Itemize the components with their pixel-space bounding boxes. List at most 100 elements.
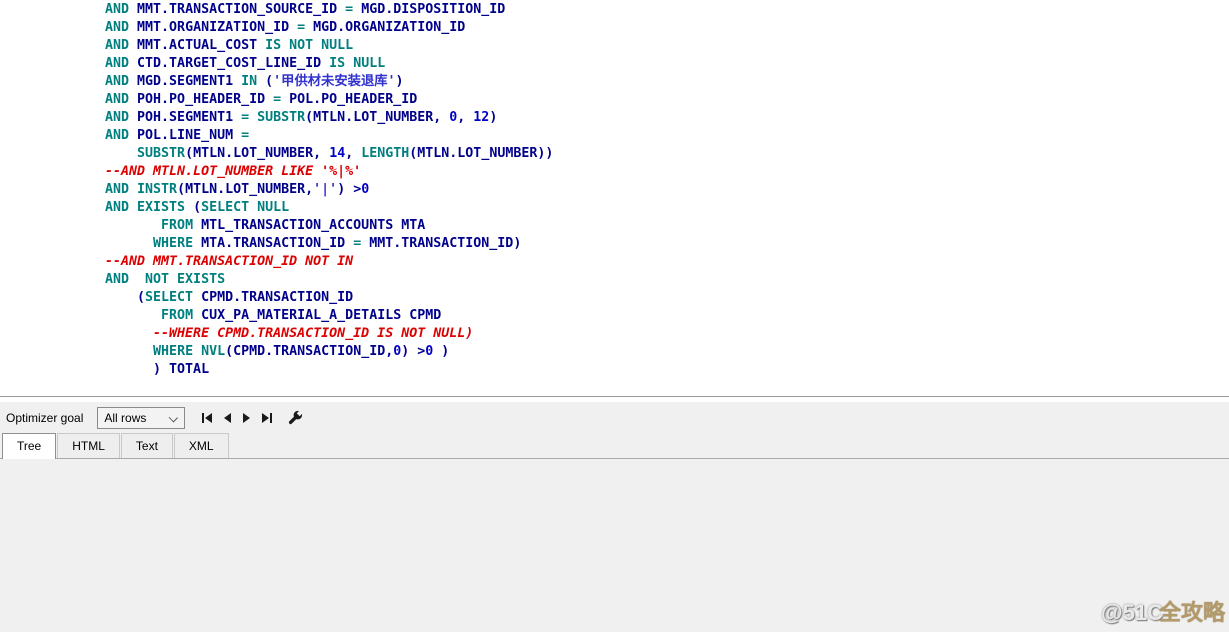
code-token: AND EXISTS xyxy=(105,200,193,215)
code-token: 12 xyxy=(473,110,489,125)
code-token: 14 xyxy=(329,146,345,161)
code-token: WHERE NVL xyxy=(153,344,225,359)
code-token: CUX_PA_MATERIAL_A_DETAILS CPMD xyxy=(201,308,441,323)
code-token: ) xyxy=(489,110,497,125)
code-line: AND MMT.ACTUAL_COST IS NOT NULL xyxy=(0,37,1229,55)
code-token: , xyxy=(457,110,473,125)
code-token: (MTLN.LOT_NUMBER, xyxy=(185,146,329,161)
code-token xyxy=(105,218,161,233)
code-token: --AND MMT.TRANSACTION_ID NOT IN xyxy=(105,254,353,269)
code-token: AND xyxy=(105,92,137,107)
code-line: (SELECT CPMD.TRANSACTION_ID xyxy=(0,289,1229,307)
code-line: FROM CUX_PA_MATERIAL_A_DETAILS CPMD xyxy=(0,307,1229,325)
code-token: = SUBSTR xyxy=(241,110,305,125)
code-token: LENGTH xyxy=(361,146,409,161)
code-line: FROM MTL_TRANSACTION_ACCOUNTS MTA xyxy=(0,217,1229,235)
code-token: IN xyxy=(241,74,265,89)
code-line: --WHERE CPMD.TRANSACTION_ID IS NOT NULL) xyxy=(0,325,1229,343)
tab-tree[interactable]: Tree xyxy=(2,433,56,459)
go-next-icon xyxy=(241,412,253,424)
code-line: ) TOTAL xyxy=(0,361,1229,379)
code-line: AND EXISTS (SELECT NULL xyxy=(0,199,1229,217)
code-token: ( xyxy=(265,74,273,89)
code-token: POH.PO_HEADER_ID xyxy=(137,92,273,107)
code-line: AND MGD.SEGMENT1 IN ('甲供材未安装退库') xyxy=(0,73,1229,91)
code-line: WHERE NVL(CPMD.TRANSACTION_ID,0) >0 ) xyxy=(0,343,1229,361)
code-token: ) TOTAL xyxy=(105,362,209,377)
code-token: = xyxy=(345,2,361,17)
code-token: AND xyxy=(105,56,137,71)
code-token: FROM xyxy=(161,308,201,323)
code-token: ) > xyxy=(337,182,361,197)
code-token: POH.SEGMENT1 xyxy=(137,110,241,125)
code-line: SUBSTR(MTLN.LOT_NUMBER, 14, LENGTH(MTLN.… xyxy=(0,145,1229,163)
code-token: AND xyxy=(105,128,137,143)
code-token: (MTLN.LOT_NUMBER, xyxy=(177,182,313,197)
code-line: AND MMT.TRANSACTION_SOURCE_ID = MGD.DISP… xyxy=(0,1,1229,19)
code-token: CTD.TARGET_COST_LINE_ID xyxy=(137,56,329,71)
code-token: ( xyxy=(193,200,201,215)
plsql-explain-plan-window: AND MMT.TRANSACTION_SOURCE_ID = MGD.DISP… xyxy=(0,0,1229,632)
tab-text[interactable]: Text xyxy=(121,433,173,458)
code-token: MTA.TRANSACTION_ID xyxy=(201,236,353,251)
code-token: ) xyxy=(396,74,404,89)
code-token: = xyxy=(273,92,289,107)
code-line: AND CTD.TARGET_COST_LINE_ID IS NULL xyxy=(0,55,1229,73)
code-token: IS NOT NULL xyxy=(265,38,353,53)
tab-html[interactable]: HTML xyxy=(57,433,120,458)
go-next-button[interactable] xyxy=(237,408,257,428)
code-line: AND MMT.ORGANIZATION_ID = MGD.ORGANIZATI… xyxy=(0,19,1229,37)
code-token: AND xyxy=(105,110,137,125)
code-token: (MTLN.LOT_NUMBER, xyxy=(305,110,449,125)
code-line: AND POH.PO_HEADER_ID = POL.PO_HEADER_ID xyxy=(0,91,1229,109)
settings-wrench-button[interactable] xyxy=(285,408,305,428)
code-token: ) xyxy=(433,344,449,359)
code-line: AND POL.LINE_NUM = xyxy=(0,127,1229,145)
code-token: (MTLN.LOT_NUMBER)) xyxy=(409,146,553,161)
code-token: , xyxy=(345,146,361,161)
code-token: IS NULL xyxy=(329,56,385,71)
code-token: WHERE xyxy=(153,236,201,251)
code-token: MMT.ACTUAL_COST xyxy=(137,38,265,53)
code-line: WHERE MTA.TRANSACTION_ID = MMT.TRANSACTI… xyxy=(0,235,1229,253)
code-token: = xyxy=(241,128,249,143)
go-previous-button[interactable] xyxy=(217,408,237,428)
wrench-icon xyxy=(288,410,303,425)
code-token: MGD.DISPOSITION_ID xyxy=(361,2,505,17)
code-token: AND xyxy=(105,20,137,35)
code-token xyxy=(105,146,137,161)
code-token: AND NOT EXISTS xyxy=(105,272,225,287)
code-token: '|' xyxy=(313,182,337,197)
code-token: FROM xyxy=(161,218,201,233)
code-line: --AND MMT.TRANSACTION_ID NOT IN xyxy=(0,253,1229,271)
code-token: MGD.SEGMENT1 xyxy=(137,74,241,89)
code-token: CPMD.TRANSACTION_ID xyxy=(201,290,353,305)
code-token: MMT.TRANSACTION_ID) xyxy=(369,236,521,251)
code-token: SUBSTR xyxy=(137,146,185,161)
go-last-icon xyxy=(260,412,274,424)
code-token: = xyxy=(353,236,369,251)
code-token: ( xyxy=(105,290,145,305)
code-token: 0 xyxy=(361,182,369,197)
code-line: --AND MTLN.LOT_NUMBER LIKE '%|%' xyxy=(0,163,1229,181)
code-token: '甲供材未安装退库' xyxy=(273,74,395,89)
go-last-button[interactable] xyxy=(257,408,277,428)
optimizer-goal-label: Optimizer goal xyxy=(6,411,83,425)
plan-tabbar: TreeHTMLTextXML xyxy=(0,433,1229,459)
code-token: AND xyxy=(105,2,137,17)
code-token: SELECT xyxy=(145,290,201,305)
sql-editor[interactable]: AND MMT.TRANSACTION_SOURCE_ID = MGD.DISP… xyxy=(0,0,1229,396)
code-token xyxy=(105,236,153,251)
code-token: AND INSTR xyxy=(105,182,177,197)
tab-xml[interactable]: XML xyxy=(174,433,229,458)
code-token: AND xyxy=(105,38,137,53)
code-token: = xyxy=(297,20,313,35)
code-token: --WHERE CPMD.TRANSACTION_ID IS NOT NULL) xyxy=(105,326,473,341)
code-token: SELECT NULL xyxy=(201,200,289,215)
go-first-button[interactable] xyxy=(197,408,217,428)
go-previous-icon xyxy=(221,412,233,424)
code-line: AND INSTR(MTLN.LOT_NUMBER,'|') >0 xyxy=(0,181,1229,199)
code-line: AND POH.SEGMENT1 = SUBSTR(MTLN.LOT_NUMBE… xyxy=(0,109,1229,127)
optimizer-goal-select[interactable]: All rows xyxy=(97,407,185,429)
code-token xyxy=(105,344,153,359)
